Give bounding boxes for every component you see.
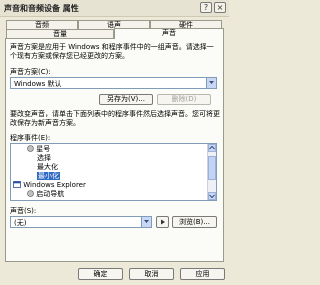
list-item[interactable]: 启动导航 — [27, 190, 64, 199]
sound-label: 声音(S): — [10, 207, 37, 215]
scroll-up-button[interactable] — [208, 144, 216, 152]
chevron-down-icon[interactable] — [141, 217, 151, 227]
instructions-text: 要改变声音，请单击下面列表中的程序事件然后选择声音。您可将更改保存为新声音方案。 — [10, 110, 220, 127]
play-icon — [160, 219, 165, 225]
chevron-up-icon — [209, 145, 215, 150]
event-label: 最小化 — [37, 172, 60, 180]
close-button[interactable]: × — [214, 2, 226, 13]
event-label: 选择 — [37, 154, 51, 162]
cancel-button[interactable]: 取消 — [129, 268, 174, 280]
sound-select[interactable]: (无) — [10, 216, 152, 228]
tab-sounds[interactable]: 声音 — [114, 28, 224, 39]
event-label: 星号 — [36, 145, 51, 153]
window-icon — [13, 181, 21, 188]
list-item[interactable]: 选择 — [37, 154, 51, 163]
list-item[interactable]: Windows Explorer — [13, 181, 86, 190]
chevron-down-icon — [209, 194, 215, 199]
play-button[interactable] — [156, 216, 169, 228]
list-item[interactable]: 最大化 — [37, 163, 58, 172]
scheme-value: Windows 默认 — [14, 80, 62, 88]
event-label: Windows Explorer — [23, 181, 86, 189]
events-scrollbar[interactable] — [207, 144, 216, 200]
scheme-label: 声音方案(C): — [10, 68, 51, 76]
browse-button[interactable]: 浏览(B)... — [172, 216, 217, 228]
scroll-down-button[interactable] — [208, 192, 216, 200]
scroll-thumb[interactable] — [208, 156, 216, 180]
help-button[interactable]: ? — [200, 2, 212, 13]
window-title: 声音和音频设备 属性 — [4, 4, 79, 13]
chevron-down-icon[interactable] — [206, 78, 216, 88]
apply-button[interactable]: 应用 — [180, 268, 225, 280]
speaker-icon — [27, 190, 34, 197]
list-item[interactable]: 星号 — [27, 145, 50, 154]
event-label: 最大化 — [37, 163, 58, 171]
events-label: 程序事件(E): — [10, 134, 51, 142]
list-item-selected[interactable]: 最小化 — [37, 172, 60, 181]
delete-button[interactable]: 删除(D) — [157, 94, 211, 105]
sound-value: (无) — [14, 219, 27, 227]
sounds-panel: 声音方案是应用于 Windows 和程序事件中的一组声音。请选择一个现有方案或保… — [5, 38, 224, 262]
speaker-icon — [27, 145, 34, 152]
title-bar: 声音和音频设备 属性 ? × — [0, 0, 229, 17]
scheme-select[interactable]: Windows 默认 — [10, 77, 217, 89]
ok-button[interactable]: 确定 — [78, 268, 123, 280]
event-label: 启动导航 — [36, 190, 65, 198]
scheme-description: 声音方案是应用于 Windows 和程序事件中的一组声音。请选择一个现有方案或保… — [10, 43, 214, 60]
events-list[interactable]: 星号 选择 最大化 最小化 Windows Explorer 启动导航 — [10, 143, 217, 201]
save-as-button[interactable]: 另存为(V)... — [99, 94, 153, 105]
